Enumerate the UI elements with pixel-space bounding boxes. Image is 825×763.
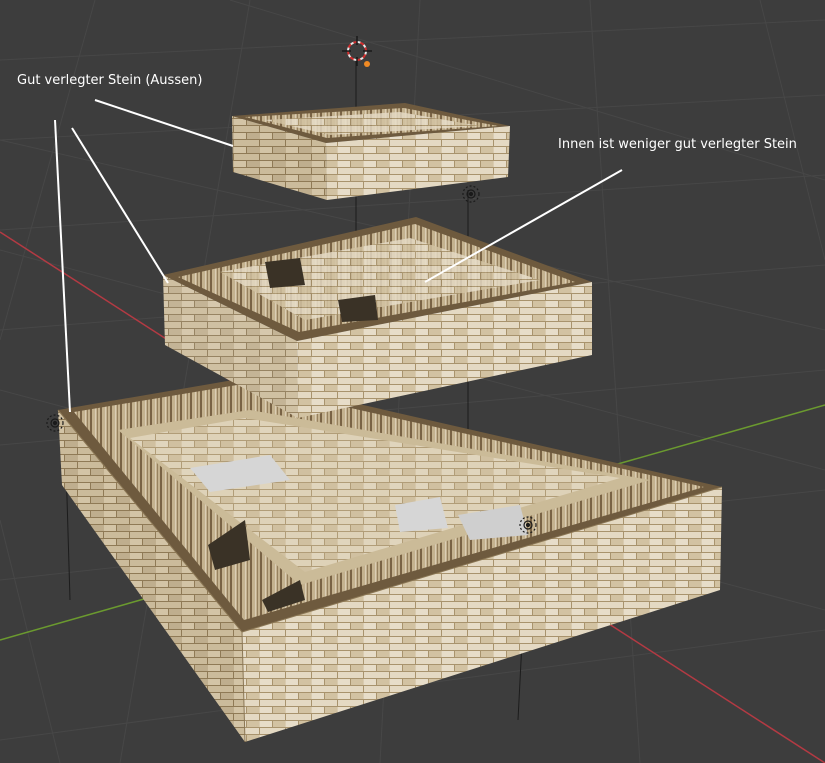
3d-cursor-icon[interactable]: [342, 36, 372, 67]
annotation-outer-label: Gut verlegter Stein (Aussen): [17, 73, 203, 88]
annotation-inner-label: Innen ist weniger gut verlegter Stein: [558, 137, 797, 152]
top-wall-structure: [232, 103, 510, 200]
light-object-icon[interactable]: [462, 185, 480, 203]
blender-3d-viewport[interactable]: [0, 0, 825, 763]
bottom-wall-structure: [57, 378, 723, 743]
